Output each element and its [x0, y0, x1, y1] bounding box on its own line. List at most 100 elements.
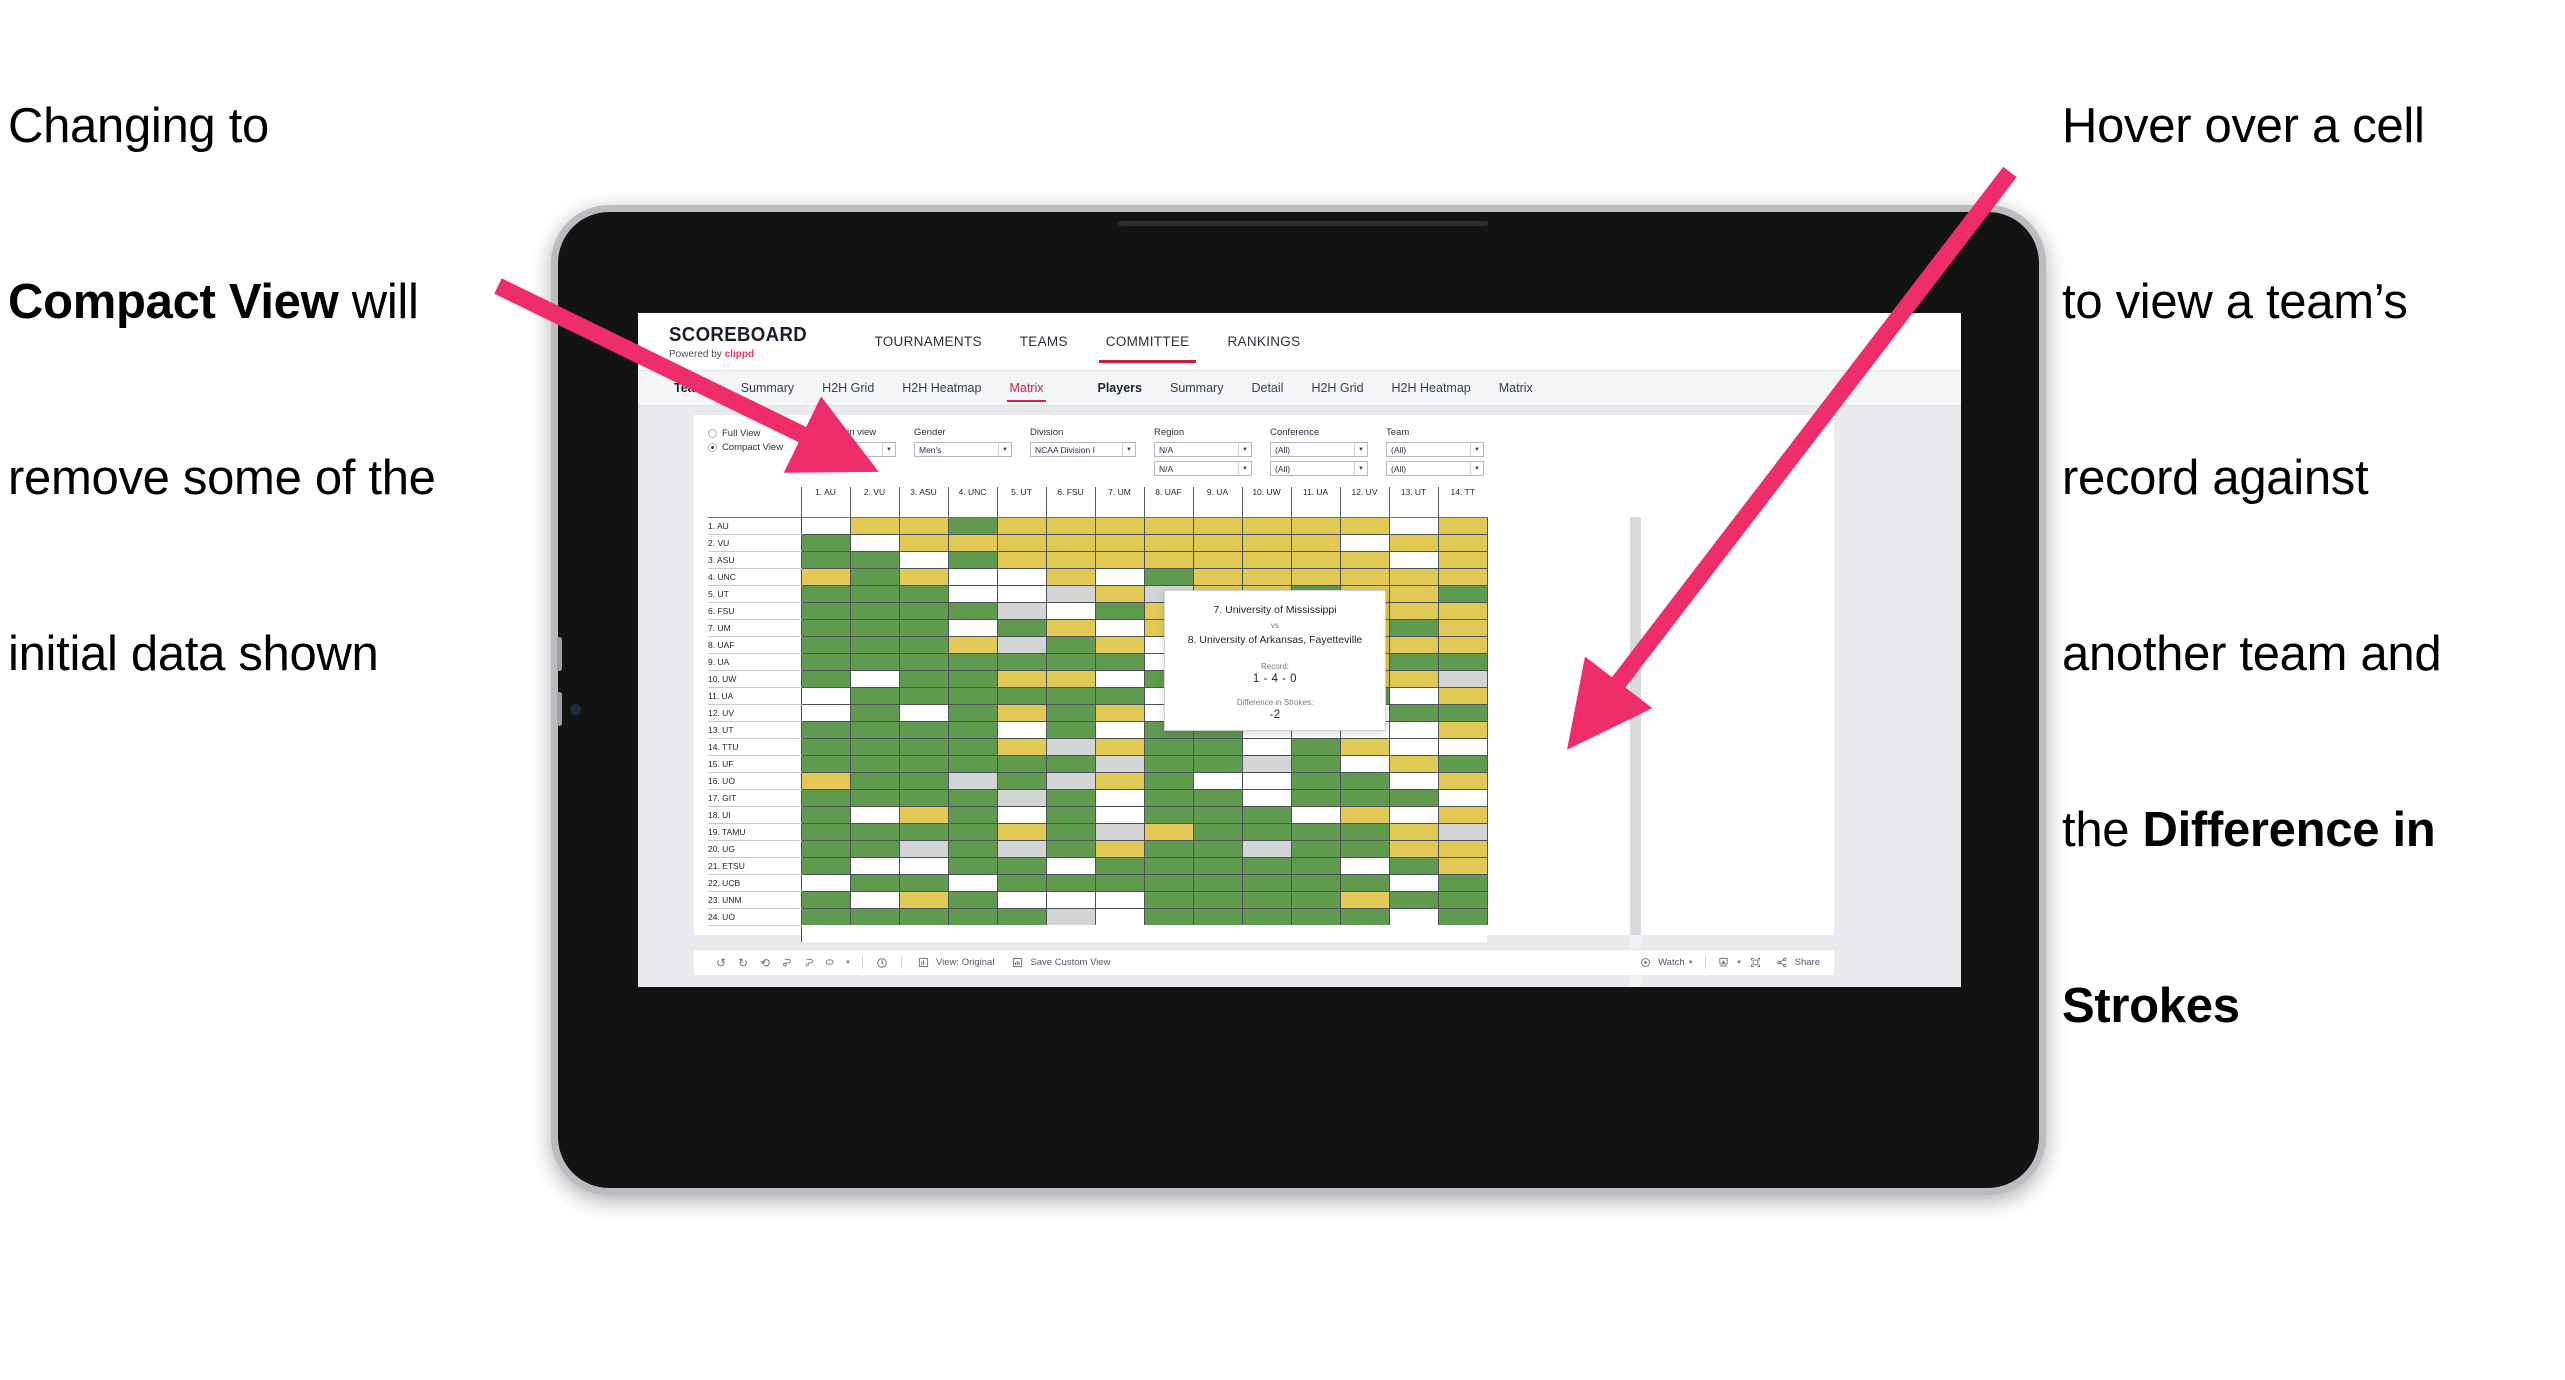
- matrix-row-header[interactable]: 4. UNC: [708, 568, 801, 586]
- matrix-cell[interactable]: [1388, 687, 1439, 705]
- matrix-cell[interactable]: [1388, 602, 1439, 620]
- matrix-cell[interactable]: [1094, 874, 1145, 892]
- matrix-cell[interactable]: [996, 551, 1047, 569]
- matrix-cell[interactable]: [1045, 619, 1096, 637]
- matrix-cell[interactable]: [849, 534, 900, 552]
- matrix-cell[interactable]: [800, 806, 851, 824]
- matrix-row-header[interactable]: 23. UNM: [708, 891, 801, 909]
- matrix-cell[interactable]: [849, 585, 900, 603]
- device-volume-down-button[interactable]: [557, 692, 562, 726]
- highlight-icon[interactable]: [820, 957, 842, 968]
- matrix-cell[interactable]: [1094, 840, 1145, 858]
- matrix-cell[interactable]: [1045, 517, 1096, 535]
- matrix-cell[interactable]: [898, 857, 949, 875]
- matrix-cell[interactable]: [1045, 772, 1096, 790]
- subnav-teams-h2h-grid[interactable]: H2H Grid: [808, 381, 888, 395]
- radio-full-view[interactable]: Full View: [708, 428, 798, 439]
- matrix-row-header[interactable]: 8. UAF: [708, 636, 801, 654]
- matrix-cell[interactable]: [1094, 568, 1145, 586]
- matrix-cell[interactable]: [1437, 857, 1488, 875]
- matrix-cell[interactable]: [1437, 585, 1488, 603]
- matrix-cell[interactable]: [849, 568, 900, 586]
- matrix-cell[interactable]: [1290, 789, 1341, 807]
- filter-division-select[interactable]: NCAA Division I ▼: [1030, 442, 1136, 457]
- filter-gender-select[interactable]: Men's ▼: [914, 442, 1012, 457]
- matrix-cell[interactable]: [1143, 534, 1194, 552]
- matrix-cell[interactable]: [1045, 755, 1096, 773]
- matrix-cell[interactable]: [947, 653, 998, 671]
- matrix-column-header[interactable]: 12. UV: [1339, 487, 1389, 518]
- matrix-cell[interactable]: [898, 551, 949, 569]
- matrix-cell[interactable]: [898, 517, 949, 535]
- matrix-row-header[interactable]: 17. GIT: [708, 789, 801, 807]
- matrix-vertical-scrollbar[interactable]: [1630, 517, 1641, 987]
- matrix-row-header[interactable]: 24. UO: [708, 908, 801, 926]
- matrix-cell[interactable]: [1045, 704, 1096, 722]
- matrix-cell[interactable]: [1388, 534, 1439, 552]
- matrix-row-header[interactable]: 6. FSU: [708, 602, 801, 620]
- matrix-cell[interactable]: [1192, 840, 1243, 858]
- matrix-cell[interactable]: [1290, 857, 1341, 875]
- matrix-cell[interactable]: [800, 789, 851, 807]
- filter-max-teams-select[interactable]: Top 50 ▼: [798, 442, 896, 457]
- pause-clock-icon[interactable]: [871, 957, 893, 969]
- subnav-teams-h2h-heatmap[interactable]: H2H Heatmap: [888, 381, 995, 395]
- matrix-cell[interactable]: [1045, 602, 1096, 620]
- subnav-teams-summary[interactable]: Summary: [727, 381, 808, 395]
- matrix-cell[interactable]: [1045, 891, 1096, 909]
- matrix-cell[interactable]: [1290, 755, 1341, 773]
- filter-conference-select-1[interactable]: (All) ▼: [1270, 442, 1368, 457]
- matrix-cell[interactable]: [1290, 534, 1341, 552]
- matrix-cell[interactable]: [1192, 857, 1243, 875]
- matrix-cell[interactable]: [947, 704, 998, 722]
- matrix-cell[interactable]: [800, 517, 851, 535]
- matrix-cell[interactable]: [1143, 738, 1194, 756]
- matrix-cell[interactable]: [996, 823, 1047, 841]
- matrix-cell[interactable]: [1045, 806, 1096, 824]
- matrix-cell[interactable]: [947, 874, 998, 892]
- matrix-cell[interactable]: [849, 755, 900, 773]
- matrix-cell[interactable]: [996, 874, 1047, 892]
- matrix-cell[interactable]: [1437, 534, 1488, 552]
- matrix-cell[interactable]: [1339, 908, 1390, 925]
- matrix-cell[interactable]: [1143, 806, 1194, 824]
- matrix-cell[interactable]: [800, 670, 851, 688]
- subnav-players-h2h-heatmap[interactable]: H2H Heatmap: [1378, 381, 1485, 395]
- matrix-cell[interactable]: [1143, 908, 1194, 925]
- matrix-cell[interactable]: [1094, 806, 1145, 824]
- matrix-cell[interactable]: [1192, 806, 1243, 824]
- matrix-cell[interactable]: [996, 891, 1047, 909]
- refresh-icon[interactable]: [776, 957, 798, 968]
- matrix-cell[interactable]: [1290, 823, 1341, 841]
- matrix-cell[interactable]: [800, 551, 851, 569]
- matrix-cell[interactable]: [1094, 704, 1145, 722]
- matrix-cell[interactable]: [1437, 789, 1488, 807]
- matrix-cell[interactable]: [947, 534, 998, 552]
- matrix-cell[interactable]: [947, 619, 998, 637]
- matrix-cell[interactable]: [1339, 772, 1390, 790]
- matrix-cell[interactable]: [849, 789, 900, 807]
- matrix-cell[interactable]: [898, 891, 949, 909]
- matrix-cell[interactable]: [1388, 823, 1439, 841]
- watch-button[interactable]: Watch ▼: [1634, 957, 1697, 968]
- matrix-column-header[interactable]: 6. FSU: [1045, 487, 1095, 518]
- matrix-cell[interactable]: [1339, 517, 1390, 535]
- matrix-cell[interactable]: [947, 738, 998, 756]
- matrix-cell[interactable]: [996, 687, 1047, 705]
- matrix-cell[interactable]: [1192, 551, 1243, 569]
- matrix-cell[interactable]: [1241, 857, 1292, 875]
- matrix-cell[interactable]: [1143, 755, 1194, 773]
- filter-region-select-1[interactable]: N/A ▼: [1154, 442, 1252, 457]
- matrix-cell[interactable]: [1094, 687, 1145, 705]
- matrix-column-header[interactable]: 14. TT: [1437, 487, 1487, 518]
- matrix-cell[interactable]: [1437, 568, 1488, 586]
- matrix-cell[interactable]: [1094, 551, 1145, 569]
- matrix-cell[interactable]: [1339, 874, 1390, 892]
- matrix-cell[interactable]: [1045, 687, 1096, 705]
- matrix-cell[interactable]: [800, 585, 851, 603]
- matrix-row-header[interactable]: 19. TAMU: [708, 823, 801, 841]
- matrix-cell[interactable]: [1094, 891, 1145, 909]
- matrix-cell[interactable]: [898, 721, 949, 739]
- device-volume-up-button[interactable]: [557, 637, 562, 671]
- matrix-cell[interactable]: [849, 619, 900, 637]
